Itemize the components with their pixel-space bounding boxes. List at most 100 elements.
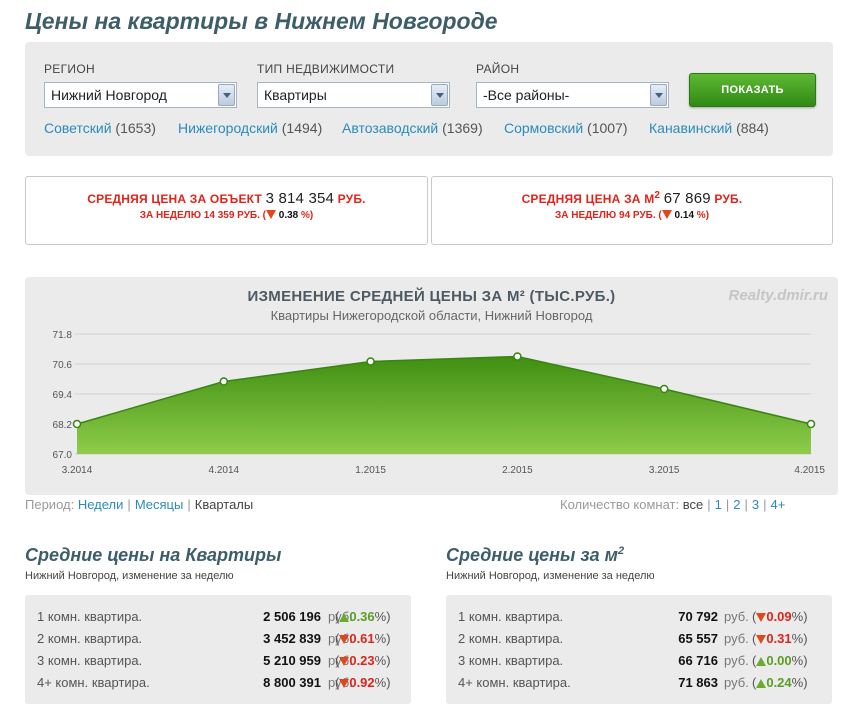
x-tick-label: 4.2015: [794, 465, 825, 476]
row-change: (0.00%): [752, 650, 808, 672]
arrow-down-icon: [756, 613, 766, 622]
row-value: 3 452 839: [263, 628, 321, 650]
region-select[interactable]: Нижний Новгород: [44, 82, 237, 108]
price-sqm-value: 67 869: [664, 190, 711, 207]
row-unit: руб.: [724, 650, 749, 672]
chevron-down-icon[interactable]: [431, 84, 448, 106]
separator: |: [187, 497, 190, 512]
row-change: (0.23%): [335, 650, 391, 672]
x-tick-label: 3.2014: [62, 465, 93, 476]
data-point: [220, 378, 227, 385]
rooms-all: все: [683, 497, 704, 512]
period-quarters: Кварталы: [195, 497, 253, 512]
y-tick-label: 69.4: [53, 390, 73, 401]
separator: |: [127, 497, 130, 512]
table-row: 1 комн. квартира.2 506 196руб.(0.36%): [25, 606, 411, 628]
row-value: 66 716: [678, 650, 718, 672]
sqm-price-table: 1 комн. квартира.70 792руб.(0.09%)2 комн…: [446, 595, 832, 704]
table-row: 3 комн. квартира. 66 716 руб.(0.00%): [446, 650, 832, 672]
price-object-line: СРЕДНЯЯ ЦЕНА ЗА ОБЪЕКТ 3 814 354 РУБ.: [26, 190, 427, 207]
row-value: 70 792: [678, 606, 718, 628]
district-link-sormovsky[interactable]: Сормовский (1007): [504, 120, 628, 136]
price-object-week: ЗА НЕДЕЛЮ 14 359 РУБ. ( 0.38 %): [26, 210, 427, 221]
row-label: 2 комн. квартира.: [458, 628, 563, 650]
row-label: 1 комн. квартира.: [37, 606, 142, 628]
table-row: 2 комн. квартира.65 557руб.(0.31%): [446, 628, 832, 650]
show-button[interactable]: ПОКАЗАТЬ: [689, 73, 816, 107]
data-point: [367, 358, 374, 365]
sqm-section-subtitle: Нижний Новгород, изменение за неделю: [446, 570, 655, 582]
arrow-up-icon: [339, 613, 349, 622]
table-row: 2 комн. квартира.3 452 839руб.(0.61%): [25, 628, 411, 650]
row-unit: руб.: [724, 628, 749, 650]
separator: |: [707, 497, 710, 512]
row-change: (0.24%): [752, 672, 808, 694]
period-months[interactable]: Месяцы: [135, 497, 184, 512]
arrow-down-icon: [266, 210, 276, 219]
price-sqm-line: СРЕДНЯЯ ЦЕНА ЗА М2 67 869 РУБ.: [432, 190, 832, 207]
arrow-up-icon: [756, 679, 766, 688]
row-value: 8 800 391: [263, 672, 321, 694]
row-label: 3 комн. квартира.: [458, 650, 563, 672]
district-link-avtozavodsky[interactable]: Автозаводский (1369): [342, 120, 483, 136]
flats-section-title: Средние цены на Квартиры: [25, 545, 281, 566]
row-value: 65 557: [678, 628, 718, 650]
data-point: [808, 421, 815, 428]
rooms-4plus[interactable]: 4+: [771, 497, 786, 512]
row-change: (0.09%): [752, 606, 808, 628]
rooms-1[interactable]: 1: [715, 497, 722, 512]
rooms-2[interactable]: 2: [733, 497, 740, 512]
price-area-chart: 71.870.669.468.267.03.20144.20141.20152.…: [25, 277, 838, 495]
district-link-sovetsky[interactable]: Советский (1653): [44, 120, 156, 136]
district-field: РАЙОН -Все районы-: [476, 62, 669, 108]
district-link-kanavinsky[interactable]: Канавинский (884): [649, 120, 769, 136]
arrow-down-icon: [756, 635, 766, 644]
row-unit: руб.: [724, 606, 749, 628]
row-value: 71 863: [678, 672, 718, 694]
y-tick-label: 70.6: [53, 360, 73, 371]
table-row: 4+ комн. квартира.8 800 391руб.(0.92%): [25, 672, 411, 694]
arrow-down-icon: [339, 635, 349, 644]
row-label: 4+ комн. квартира.: [37, 672, 150, 694]
region-field: РЕГИОН Нижний Новгород: [44, 62, 237, 108]
district-label: РАЙОН: [476, 62, 669, 76]
chevron-down-icon[interactable]: [218, 84, 235, 106]
page-title: Цены на квартиры в Нижнем Новгороде: [25, 8, 498, 35]
region-label: РЕГИОН: [44, 62, 237, 76]
sqm-section-title: Средние цены за м2: [446, 545, 624, 566]
data-point: [74, 421, 81, 428]
y-tick-label: 67.0: [53, 450, 73, 461]
filter-panel: РЕГИОН Нижний Новгород ТИП НЕДВИЖИМОСТИ …: [25, 42, 833, 156]
y-tick-label: 68.2: [53, 420, 73, 431]
data-point: [661, 386, 668, 393]
rooms-3[interactable]: 3: [752, 497, 759, 512]
type-select[interactable]: Квартиры: [257, 82, 450, 108]
period-weeks[interactable]: Недели: [78, 497, 124, 512]
flats-price-table: 1 комн. квартира.2 506 196руб.(0.36%)2 к…: [25, 595, 411, 704]
chevron-down-icon[interactable]: [650, 84, 667, 106]
type-label: ТИП НЕДВИЖИМОСТИ: [257, 62, 450, 76]
period-label: Период:: [25, 497, 74, 512]
type-select-value: Квартиры: [264, 87, 327, 103]
price-sqm-week: ЗА НЕДЕЛЮ 94 РУБ. ( 0.14 %): [432, 210, 832, 221]
y-tick-label: 71.8: [53, 330, 73, 341]
separator: |: [763, 497, 766, 512]
x-tick-label: 2.2015: [502, 465, 533, 476]
flats-section-subtitle: Нижний Новгород, изменение за неделю: [25, 570, 234, 582]
price-object-value: 3 814 354: [266, 190, 335, 207]
data-point: [514, 353, 521, 360]
row-label: 1 комн. квартира.: [458, 606, 563, 628]
table-row: 4+ комн. квартира.71 863руб.(0.24%): [446, 672, 832, 694]
type-field: ТИП НЕДВИЖИМОСТИ Квартиры: [257, 62, 450, 108]
district-select[interactable]: -Все районы-: [476, 82, 669, 108]
row-unit: руб.: [724, 672, 749, 694]
district-link-nizhegorodsky[interactable]: Нижегородский (1494): [178, 120, 322, 136]
arrow-up-icon: [756, 657, 766, 666]
row-value: 5 210 959: [263, 650, 321, 672]
x-tick-label: 3.2015: [649, 465, 680, 476]
row-label: 3 комн. квартира.: [37, 650, 142, 672]
region-select-value: Нижний Новгород: [51, 87, 167, 103]
arrow-down-icon: [339, 657, 349, 666]
x-tick-label: 4.2014: [209, 465, 240, 476]
row-change: (0.36%): [335, 606, 391, 628]
